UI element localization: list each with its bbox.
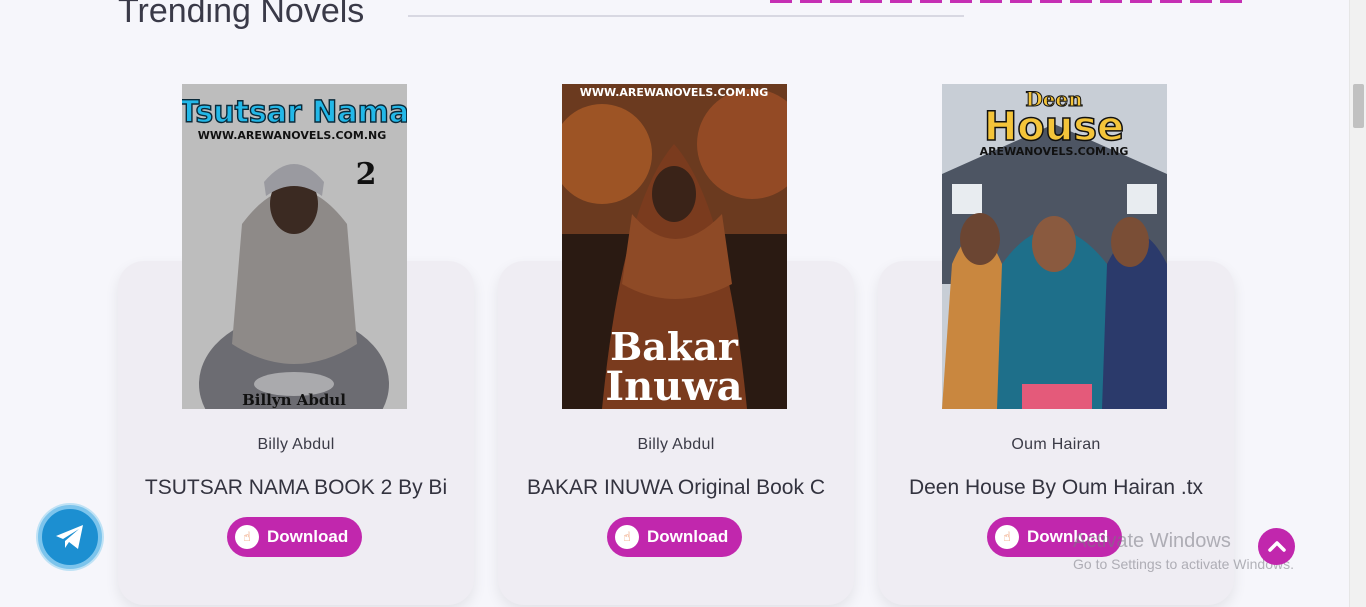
svg-text:House: House xyxy=(984,104,1124,150)
download-button[interactable]: ☝ Download xyxy=(227,517,362,557)
svg-text:2: 2 xyxy=(356,157,377,192)
page-scrollbar[interactable] xyxy=(1349,0,1366,607)
novel-cover-image[interactable]: Tsutsar Nama WWW.AREWANOVELS.COM.NG 2 Bi… xyxy=(182,84,407,409)
svg-text:WWW.AREWANOVELS.COM.NG: WWW.AREWANOVELS.COM.NG xyxy=(198,129,387,142)
cover-title: Tsutsar Nama xyxy=(182,95,407,130)
watermark-line2: Go to Settings to activate Windows. xyxy=(1073,556,1294,572)
download-label: Download xyxy=(647,527,729,546)
novel-title[interactable]: Deen House By Oum Hairan .tx xyxy=(878,476,1234,500)
novel-cover-image[interactable]: WWW.AREWANOVELS.COM.NG Bakar Inuwa xyxy=(562,84,787,409)
chevron-up-icon xyxy=(1267,540,1286,552)
svg-text:Billyn Abdul: Billyn Abdul xyxy=(242,391,346,409)
pointer-hand-icon: ☝ xyxy=(235,525,259,549)
svg-text:Inuwa: Inuwa xyxy=(605,363,742,409)
scroll-to-top-button[interactable] xyxy=(1258,528,1295,565)
novel-author: Billy Abdul xyxy=(637,436,715,453)
watermark-line1: Activate Windows xyxy=(1073,530,1231,552)
novel-title[interactable]: TSUTSAR NAMA BOOK 2 By Bi xyxy=(118,476,474,500)
scrollbar-thumb[interactable] xyxy=(1353,84,1364,128)
svg-text:AREWANOVELS.COM.NG: AREWANOVELS.COM.NG xyxy=(980,145,1129,158)
download-button[interactable]: ☝ Download xyxy=(607,517,742,557)
section-title: Trending Novels xyxy=(118,0,365,30)
novel-author: Oum Hairan xyxy=(1011,436,1101,453)
novel-author: Billy Abdul xyxy=(257,436,335,453)
novel-cover-image[interactable]: Deen House AREWANOVELS.COM.NG xyxy=(942,84,1167,409)
title-divider xyxy=(408,15,964,17)
telegram-button[interactable] xyxy=(38,505,102,569)
svg-text:WWW.AREWANOVELS.COM.NG: WWW.AREWANOVELS.COM.NG xyxy=(580,86,769,99)
download-label: Download xyxy=(267,527,349,546)
decorative-dashes xyxy=(770,0,1242,3)
novel-title[interactable]: BAKAR INUWA Original Book C xyxy=(498,476,854,500)
telegram-icon xyxy=(56,525,83,549)
pointer-hand-icon: ☝ xyxy=(615,525,639,549)
pointer-hand-icon: ☝ xyxy=(995,525,1019,549)
